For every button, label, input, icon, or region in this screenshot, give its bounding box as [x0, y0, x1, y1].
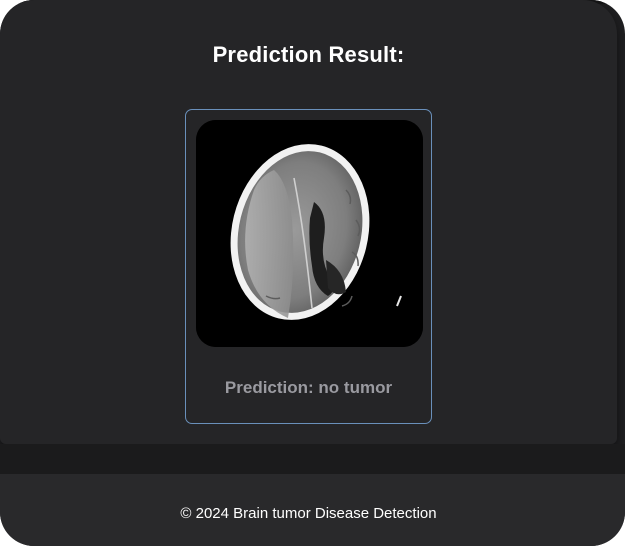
page-title: Prediction Result: [212, 42, 405, 67]
prediction-label: Prediction: no tumor [224, 378, 393, 397]
brain-scan-graphic [196, 120, 423, 347]
footer-copyright: © 2024 Brain tumor Disease Detection [180, 505, 437, 522]
brain-scan-image [196, 120, 423, 347]
prediction-result-panel: Prediction Result: Prediction: no tumor [0, 0, 617, 444]
app-window: Prediction Result: Prediction: no tumor … [0, 0, 625, 546]
result-card: Prediction: no tumor [185, 109, 432, 424]
footer: © 2024 Brain tumor Disease Detection [0, 474, 625, 546]
section-divider [0, 444, 625, 474]
